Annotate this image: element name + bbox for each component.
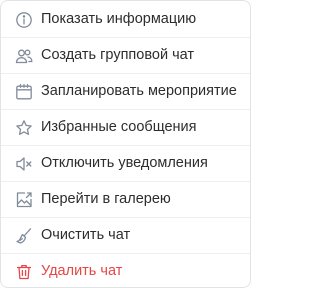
menu-item-label: Отключить уведомления	[41, 155, 208, 171]
gallery-icon	[15, 191, 33, 209]
menu-item-label: Перейти в галерею	[41, 191, 171, 207]
menu-item-mute-notifications[interactable]: Отключить уведомления	[1, 146, 250, 181]
broom-icon	[15, 227, 33, 245]
menu-item-label: Запланировать мероприятие	[41, 83, 237, 99]
menu-item-schedule-event[interactable]: Запланировать мероприятие	[1, 74, 250, 109]
menu-item-create-group-chat[interactable]: Создать групповой чат	[1, 38, 250, 73]
star-icon	[15, 119, 33, 137]
calendar-icon	[15, 83, 33, 101]
trash-icon	[15, 263, 33, 281]
info-icon	[15, 11, 33, 29]
menu-item-favorite-messages[interactable]: Избранные сообщения	[1, 110, 250, 145]
menu-item-label: Избранные сообщения	[41, 119, 197, 135]
chat-context-menu: Показать информацию Создать групповой ча…	[0, 0, 251, 288]
menu-item-label: Показать информацию	[41, 11, 197, 27]
menu-item-clear-chat[interactable]: Очистить чат	[1, 218, 250, 253]
users-icon	[15, 47, 33, 65]
menu-item-delete-chat[interactable]: Удалить чат	[1, 254, 250, 287]
menu-item-label: Удалить чат	[41, 263, 123, 279]
menu-item-label: Создать групповой чат	[41, 47, 195, 63]
menu-item-go-to-gallery[interactable]: Перейти в галерею	[1, 182, 250, 217]
sound-off-icon	[15, 155, 33, 173]
menu-item-show-info[interactable]: Показать информацию	[1, 2, 250, 37]
menu-item-label: Очистить чат	[41, 227, 131, 243]
